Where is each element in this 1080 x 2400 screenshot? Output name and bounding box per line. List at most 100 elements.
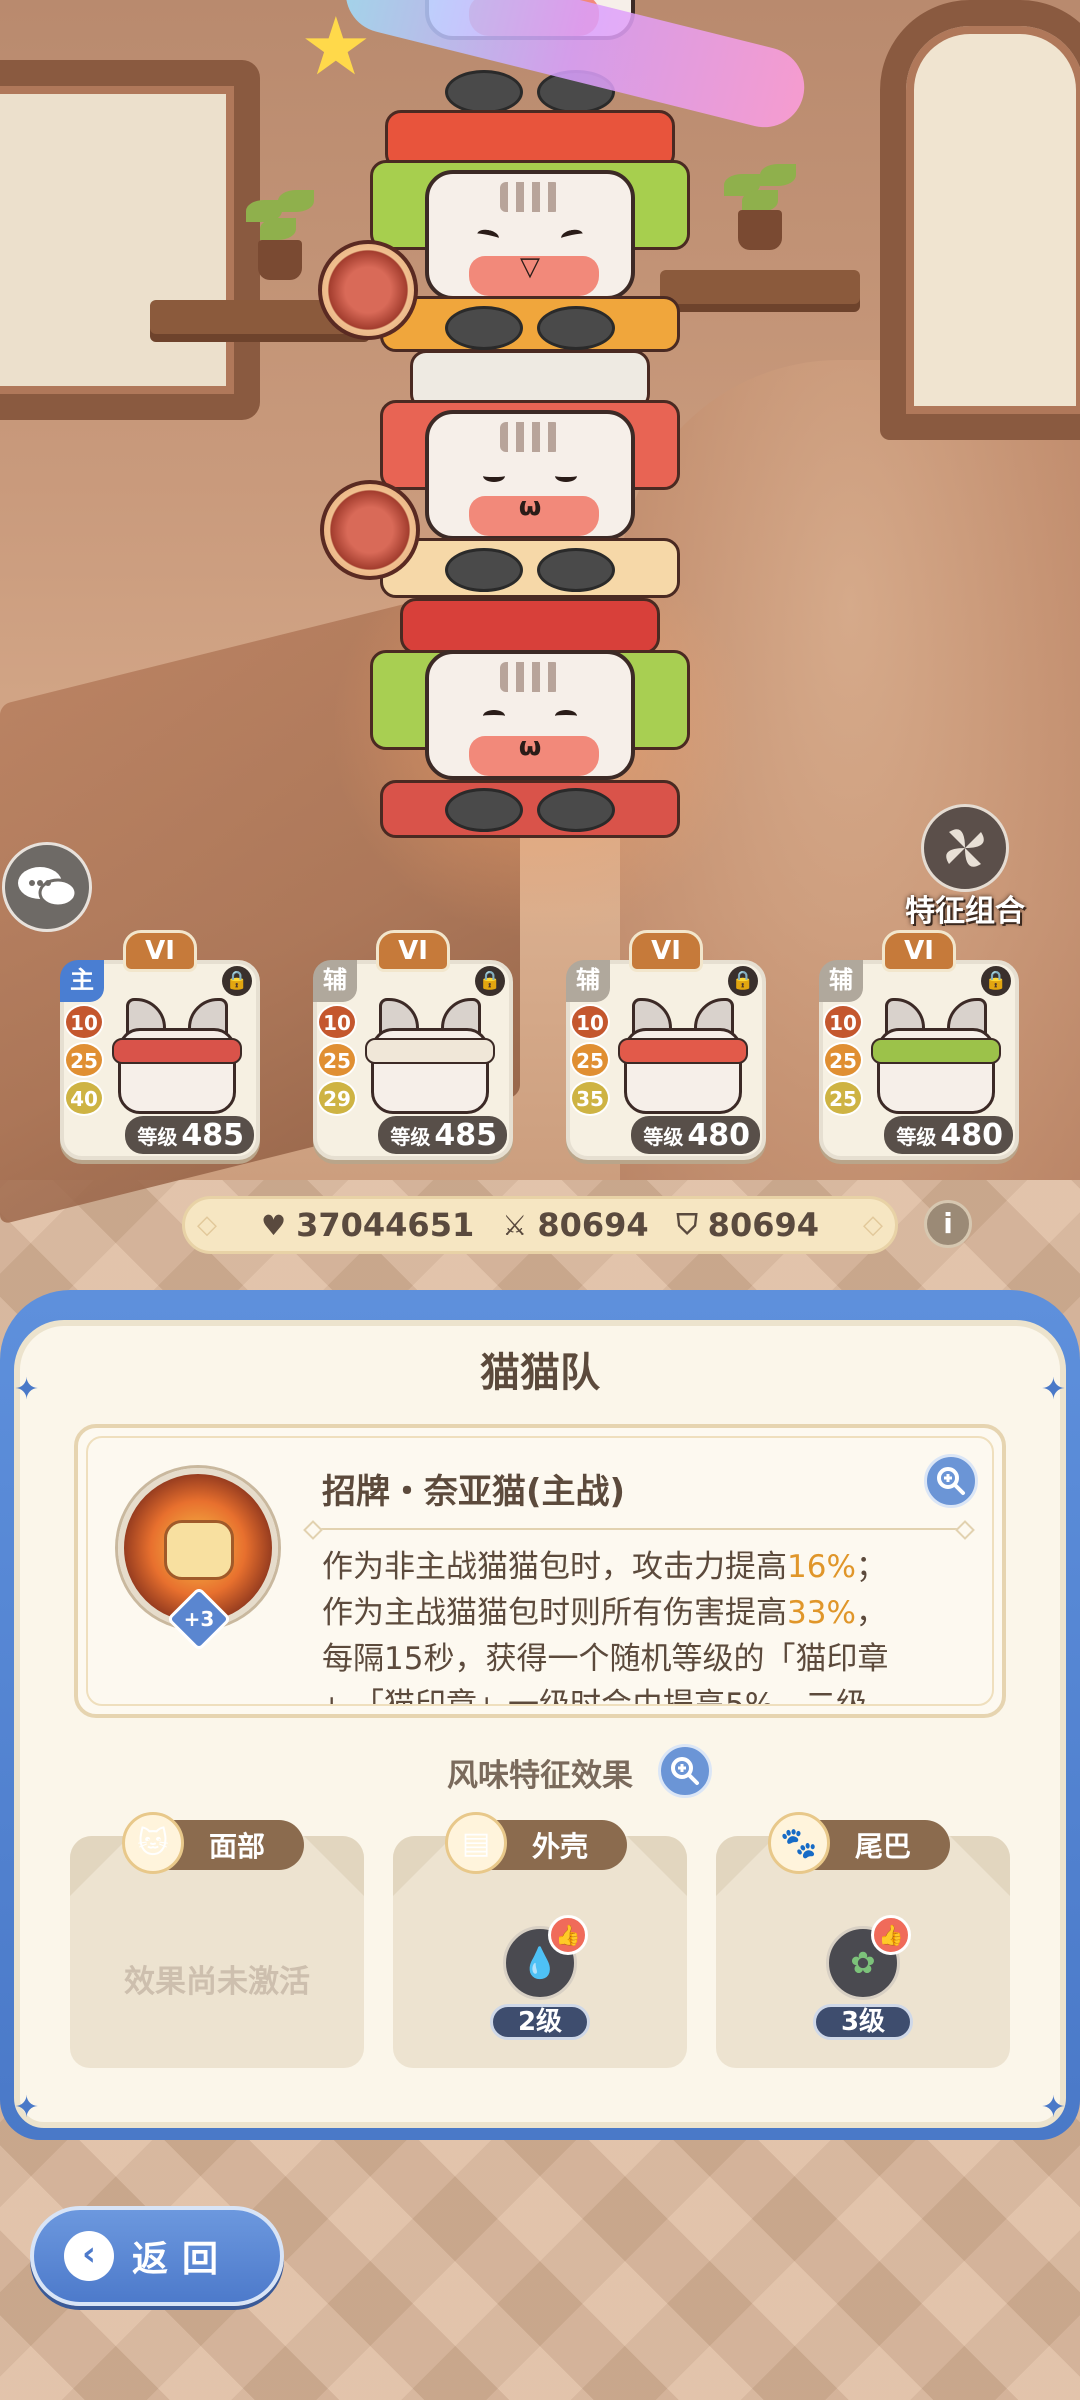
- tail-icon: 🐾: [768, 1812, 830, 1874]
- card-stats: 10 25 40: [64, 1004, 104, 1118]
- chat-button[interactable]: [2, 842, 92, 932]
- stat-value: 10: [570, 1004, 610, 1040]
- lock-icon: 🔒: [728, 966, 758, 996]
- desc-line-3: 每隔15秒，获得一个随机等级的「猫印章: [322, 1641, 889, 1677]
- stat-value: 25: [823, 1080, 863, 1116]
- trait-name: 外壳: [531, 1830, 588, 1863]
- stat-value: 25: [823, 1042, 863, 1078]
- level-badge: 等级 480: [884, 1116, 1013, 1154]
- back-button[interactable]: ‹ 返回: [30, 2206, 284, 2306]
- cat-card-3[interactable]: VI 辅 🔒 10 25 35 等级 480: [566, 930, 766, 1160]
- flavor-trait-title: 风味特征效果: [0, 1750, 1080, 1795]
- cat-face-icon: 🐱: [122, 1812, 184, 1874]
- skill-box: +3 招牌・奈亚猫(主战) 作为非主战猫猫包时，攻击力提高16%； 作为主战猫猫…: [74, 1424, 1006, 1718]
- tier-badge: VI: [629, 930, 703, 972]
- leaf-icon: ✿ 👍: [826, 1915, 911, 2000]
- tier-badge: VI: [882, 930, 956, 972]
- diamond-deco-icon: ◇: [863, 1210, 883, 1240]
- water-drop-icon: 💧 👍: [503, 1915, 588, 2000]
- thumbs-up-icon: 👍: [548, 1915, 588, 1955]
- flame-cat-portrait: [164, 1520, 234, 1580]
- clover-icon: [921, 804, 1009, 892]
- plant-left: [240, 190, 320, 280]
- panel-title: 猫猫队: [480, 1350, 600, 1396]
- level-value: 485: [181, 1117, 244, 1153]
- cat-layer-drool: ω: [425, 650, 635, 780]
- shell-icon: ▤: [445, 1812, 507, 1874]
- desc-text: ，: [855, 1595, 887, 1631]
- trait-slot-tail[interactable]: 🐾 尾巴 ✿ 👍 3级: [716, 1812, 1010, 2068]
- tier-badge: VI: [123, 930, 197, 972]
- desc-text: 作为非主战猫猫包时，攻击力提高: [322, 1549, 787, 1585]
- paws: [445, 306, 615, 350]
- trait-slot-shell[interactable]: ▤ 外壳 💧 👍 2级: [393, 1812, 687, 2068]
- desc-line-4: 」。「猫印章」一级时会由提高5%，二级: [322, 1682, 952, 1704]
- back-label: 返回: [132, 2239, 233, 2280]
- cat-card-2[interactable]: VI 辅 🔒 10 25 29 等级 485: [313, 930, 513, 1160]
- stat-value: 10: [317, 1004, 357, 1040]
- tier-badge: VI: [376, 930, 450, 972]
- stat-value: 10: [823, 1004, 863, 1040]
- skill-name: 招牌・奈亚猫(主战): [322, 1472, 626, 1512]
- stat-value: 10: [64, 1004, 104, 1040]
- card-stats: 10 25 25: [823, 1004, 863, 1118]
- corner-star-icon: ✦: [14, 2090, 40, 2125]
- hp-value: 37044651: [296, 1206, 475, 1244]
- skill-divider: [314, 1528, 964, 1530]
- trait-name: 面部: [208, 1830, 265, 1863]
- flavor-zoom-button[interactable]: [658, 1744, 712, 1798]
- role-badge: 主: [60, 960, 104, 1002]
- crossed-swords-icon: ⚔: [502, 1208, 528, 1242]
- trait-tab: 🐾 尾巴: [768, 1812, 950, 1874]
- skill-zoom-button[interactable]: [924, 1454, 978, 1508]
- cat-card-1[interactable]: VI 主 🔒 10 25 40 等级 485: [60, 930, 260, 1160]
- level-badge: 等级 485: [125, 1116, 254, 1154]
- skill-description: 作为非主战猫猫包时，攻击力提高16%； 作为主战猫猫包时则所有伤害提高33%， …: [322, 1544, 952, 1704]
- level-value: 480: [940, 1117, 1003, 1153]
- desc-highlight: 16%: [787, 1549, 856, 1585]
- trait-combo-label: 特征组合: [905, 894, 1025, 929]
- sauce-layer: [400, 598, 660, 654]
- info-icon: i: [943, 1207, 953, 1240]
- back-arrow-icon: ‹: [64, 2231, 114, 2281]
- stat-value: 35: [570, 1080, 610, 1116]
- level-badge: 等级 485: [378, 1116, 507, 1154]
- role-badge: 辅: [566, 960, 610, 1002]
- attack-stat: ⚔ 80694: [502, 1206, 648, 1244]
- magnifier-icon: [937, 1467, 965, 1495]
- right-window: [880, 0, 1080, 440]
- heart-icon: ♥: [260, 1208, 287, 1242]
- skill-avatar[interactable]: +3: [118, 1468, 278, 1652]
- steak-skewer-icon: [320, 480, 420, 580]
- cat-layer-smile: ω: [425, 410, 635, 540]
- level-value: 480: [687, 1117, 750, 1153]
- level-label: 等级: [137, 1124, 178, 1149]
- lock-icon: 🔒: [981, 966, 1011, 996]
- cat-avatar: [871, 998, 1001, 1118]
- cat-avatar: [112, 998, 242, 1118]
- level-value: 485: [434, 1117, 497, 1153]
- thumbs-up-icon: 👍: [871, 1915, 911, 1955]
- desc-text: 作为主战猫猫包时则所有伤害提高: [322, 1595, 787, 1631]
- stat-value: 25: [317, 1042, 357, 1078]
- trait-tab: 🐱 面部: [122, 1812, 304, 1874]
- plant-right: [720, 160, 800, 250]
- info-button[interactable]: i: [924, 1200, 972, 1248]
- paws: [445, 788, 615, 832]
- trait-level: 3级: [813, 2004, 913, 2040]
- trait-name: 尾巴: [854, 1830, 911, 1863]
- stat-value: 40: [64, 1080, 104, 1116]
- shield-icon: ⛉: [676, 1208, 698, 1241]
- trait-slot-face[interactable]: 🐱 面部 效果尚未激活: [70, 1812, 364, 2068]
- chat-bubbles-icon: [18, 867, 78, 908]
- trait-tab: ▤ 外壳: [445, 1812, 627, 1874]
- team-stats-bar: ◇ ♥ 37044651 ⚔ 80694 ⛉ 80694 ◇: [182, 1196, 898, 1254]
- role-badge: 辅: [313, 960, 357, 1002]
- card-stats: 10 25 35: [570, 1004, 610, 1118]
- magnifier-icon: [671, 1757, 699, 1785]
- role-badge: 辅: [819, 960, 863, 1002]
- trait-combo-button[interactable]: 特征组合: [890, 804, 1040, 930]
- desc-line-1: 作为非主战猫猫包时，攻击力提高16%；: [322, 1544, 952, 1590]
- trait-level: 2级: [490, 2004, 590, 2040]
- cat-card-4[interactable]: VI 辅 🔒 10 25 25 等级 480: [819, 930, 1019, 1160]
